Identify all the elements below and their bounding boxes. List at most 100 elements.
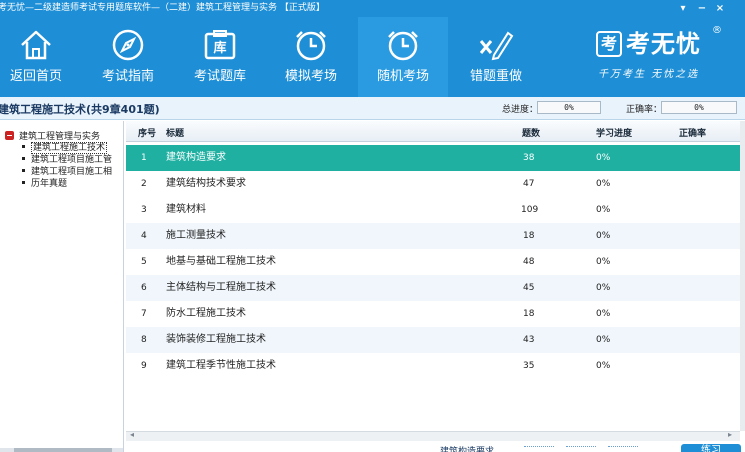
library-icon: 库 (204, 30, 236, 60)
tree-item-label: 建筑工程施工技术 (31, 142, 108, 154)
col-title-header[interactable]: 标题 (166, 126, 184, 139)
toolbar-library-button[interactable]: 库 考试题库 (175, 17, 265, 97)
logo-brand: 考无忧 (626, 30, 701, 58)
col-accuracy-header[interactable]: 正确率 (679, 126, 706, 139)
toolbar-mock-exam-button[interactable]: 模拟考场 (266, 17, 356, 97)
section-table: 序号 标题 题数 学习进度 正确率 1 建筑构造要求 38 0% 2 建筑结构技… (126, 121, 740, 431)
minimize-button[interactable]: − (694, 0, 710, 17)
col-progress-header[interactable]: 学习进度 (596, 126, 632, 139)
chapter-title: 建筑工程施工技术(共9章401题) (0, 103, 160, 116)
table-vertical-scrollbar[interactable] (740, 121, 745, 431)
footer-link[interactable] (566, 446, 596, 452)
chapter-tree: 建筑工程管理与实务 建筑工程施工技术 建筑工程项目施工管 建筑工程项目施工相 历… (0, 121, 124, 452)
table-row[interactable]: 8 装饰装修工程施工技术 43 0% (126, 327, 740, 353)
table-row[interactable]: 6 主体结构与工程施工技术 45 0% (126, 275, 740, 301)
accuracy-label: 正确率： (626, 105, 663, 115)
col-num-header[interactable]: 序号 (138, 126, 156, 139)
row-progress: 0% (596, 309, 611, 319)
menu-dropdown-icon[interactable]: ▾ (675, 0, 691, 17)
row-count: 48 (523, 257, 535, 267)
tree-scroll-thumb[interactable] (14, 448, 112, 452)
row-num: 9 (141, 361, 147, 371)
bullet-icon (22, 145, 25, 148)
row-title: 装饰装修工程施工技术 (166, 334, 266, 345)
tree-item-label: 历年真题 (31, 179, 68, 189)
table-horizontal-scrollbar[interactable]: ◂ ▸ (126, 430, 740, 441)
registered-mark: ® (712, 25, 722, 36)
collapse-icon[interactable] (5, 131, 14, 140)
toolbar-library-label: 考试题库 (193, 69, 246, 84)
row-title: 建筑结构技术要求 (166, 178, 246, 189)
row-count: 38 (523, 153, 535, 163)
col-count-header[interactable]: 题数 (522, 126, 540, 139)
title-bar: 考无忧—二级建造师考试专用题库软件—（二建）建筑工程管理与实务 【正式版】 ▾ … (0, 0, 745, 17)
row-progress: 0% (596, 231, 611, 241)
row-title: 建筑工程季节性施工技术 (166, 360, 276, 371)
row-progress: 0% (596, 179, 611, 189)
accuracy-value: 0% (661, 101, 737, 114)
redo-icon (479, 31, 514, 61)
tree-item[interactable]: 建筑工程项目施工管 (22, 154, 112, 166)
table-row[interactable]: 1 建筑构造要求 38 0% (126, 145, 740, 171)
tree-item-label: 建筑工程项目施工管 (31, 155, 113, 165)
row-num: 8 (141, 335, 147, 345)
logo-slogan: 千万考生 无忧之选 (598, 69, 700, 80)
clock-icon (296, 31, 326, 61)
practice-button[interactable]: 练习 (681, 444, 741, 452)
table-header: 序号 标题 题数 学习进度 正确率 (126, 121, 740, 142)
toolbar-guide-label: 考试指南 (101, 69, 154, 84)
table-row[interactable]: 3 建筑材料 109 0% (126, 197, 740, 223)
toolbar-random-exam-label: 随机考场 (376, 69, 429, 84)
table-row[interactable]: 4 施工测量技术 18 0% (126, 223, 740, 249)
logo-mark: 考 (596, 31, 622, 57)
main-toolbar: 返回首页 考试指南 库 考试题库 模拟考场 随机考场 错题重做 考 考无忧 ® … (0, 17, 745, 97)
row-title: 施工测量技术 (166, 230, 226, 241)
row-num: 7 (141, 309, 147, 319)
footer-link[interactable] (608, 446, 638, 452)
row-num: 1 (141, 153, 147, 163)
row-title: 建筑构造要求 (166, 152, 226, 163)
row-count: 35 (523, 361, 535, 371)
tree-root[interactable]: 建筑工程管理与实务 (5, 129, 100, 142)
toolbar-redo-wrong-label: 错题重做 (469, 69, 522, 84)
tree-item-label: 建筑工程项目施工相 (31, 167, 113, 177)
table-row[interactable]: 5 地基与基础工程施工技术 48 0% (126, 249, 740, 275)
row-count: 18 (523, 309, 535, 319)
compass-icon (112, 29, 144, 61)
tree-item[interactable]: 建筑工程施工技术 (22, 142, 108, 154)
scroll-right-icon[interactable]: ▸ (728, 430, 732, 439)
footer-link[interactable] (524, 446, 554, 452)
brand-logo: 考 考无忧 ® 千万考生 无忧之选 (594, 25, 734, 89)
row-num: 5 (141, 257, 147, 267)
toolbar-random-exam-button[interactable]: 随机考场 (358, 17, 448, 97)
table-row[interactable]: 2 建筑结构技术要求 47 0% (126, 171, 740, 197)
row-count: 18 (523, 231, 535, 241)
scroll-left-icon[interactable]: ◂ (130, 430, 134, 439)
table-row[interactable]: 9 建筑工程季节性施工技术 35 0% (126, 353, 740, 379)
row-num: 3 (141, 205, 147, 215)
tree-item[interactable]: 建筑工程项目施工相 (22, 166, 112, 178)
row-count: 47 (523, 179, 535, 189)
progress-label: 总进度： (502, 105, 539, 115)
row-progress: 0% (596, 361, 611, 371)
toolbar-guide-button[interactable]: 考试指南 (83, 17, 173, 97)
tree-root-label: 建筑工程管理与实务 (19, 132, 101, 142)
row-num: 4 (141, 231, 147, 241)
footer-bar: 建筑构造要求 练习 (126, 441, 745, 452)
bullet-icon (22, 157, 25, 160)
row-progress: 0% (596, 205, 611, 215)
row-progress: 0% (596, 283, 611, 293)
row-count: 45 (523, 283, 535, 293)
row-title: 主体结构与工程施工技术 (166, 282, 276, 293)
toolbar-home-button[interactable]: 返回首页 (0, 17, 81, 97)
toolbar-home-label: 返回首页 (9, 69, 62, 84)
tree-item[interactable]: 历年真题 (22, 178, 67, 190)
toolbar-redo-wrong-button[interactable]: 错题重做 (451, 17, 541, 97)
bullet-icon (22, 169, 25, 172)
progress-value: 0% (537, 101, 601, 114)
window-title: 考无忧—二级建造师考试专用题库软件—（二建）建筑工程管理与实务 【正式版】 (0, 3, 325, 13)
row-num: 2 (141, 179, 147, 189)
table-row[interactable]: 7 防水工程施工技术 18 0% (126, 301, 740, 327)
row-count: 43 (523, 335, 535, 345)
close-button[interactable]: × (712, 0, 728, 17)
